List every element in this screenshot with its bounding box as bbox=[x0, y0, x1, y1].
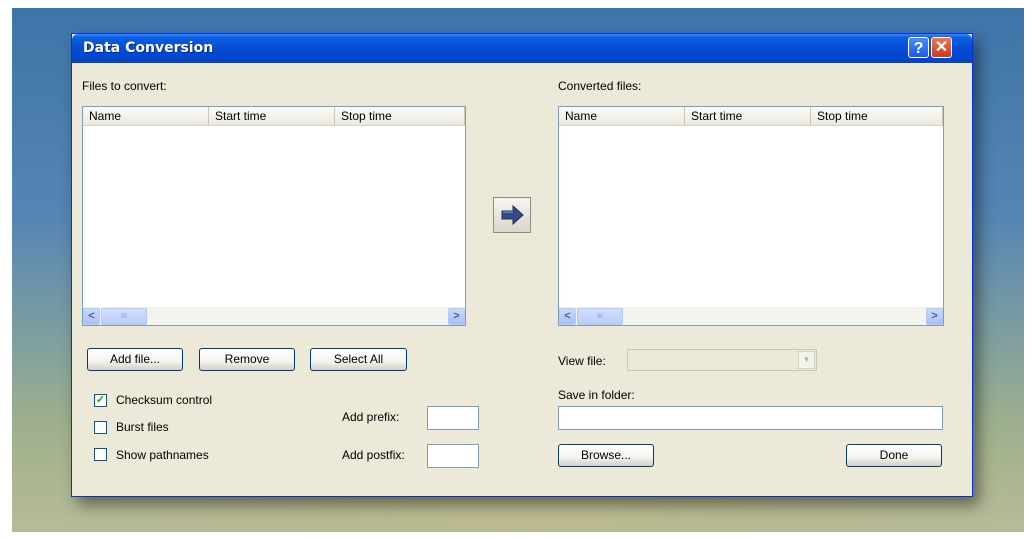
browse-button[interactable]: Browse... bbox=[558, 444, 654, 467]
horizontal-scrollbar[interactable]: < III > bbox=[83, 307, 465, 325]
right-arrow-icon bbox=[501, 204, 524, 226]
checksum-checkbox[interactable]: ✓ bbox=[94, 394, 107, 407]
burst-files-label[interactable]: Burst files bbox=[116, 420, 169, 434]
convert-button[interactable] bbox=[493, 197, 531, 233]
view-file-label: View file: bbox=[558, 354, 606, 368]
title-bar[interactable]: Data Conversion ? ✕ bbox=[72, 34, 972, 63]
column-header-start-time[interactable]: Start time bbox=[685, 107, 811, 125]
save-folder-input[interactable] bbox=[558, 406, 943, 430]
window-title: Data Conversion bbox=[83, 40, 214, 56]
scroll-thumb[interactable]: III bbox=[577, 308, 623, 325]
add-prefix-input[interactable] bbox=[427, 406, 479, 430]
files-to-convert-label: Files to convert: bbox=[82, 79, 167, 93]
scroll-left-icon[interactable]: < bbox=[559, 308, 576, 325]
help-button[interactable]: ? bbox=[908, 37, 929, 58]
column-header-name[interactable]: Name bbox=[559, 107, 685, 125]
chevron-down-icon[interactable]: ▼ bbox=[798, 351, 815, 369]
checkmark-icon: ✓ bbox=[95, 394, 106, 406]
add-postfix-input[interactable] bbox=[427, 444, 479, 468]
add-prefix-label: Add prefix: bbox=[342, 410, 400, 424]
burst-files-checkbox[interactable] bbox=[94, 421, 107, 434]
select-all-button[interactable]: Select All bbox=[310, 348, 407, 371]
scroll-thumb[interactable]: III bbox=[101, 308, 147, 325]
column-header-stop-time[interactable]: Stop time bbox=[811, 107, 943, 125]
add-postfix-label: Add postfix: bbox=[342, 448, 405, 462]
scroll-right-icon[interactable]: > bbox=[926, 308, 943, 325]
converted-files-list[interactable]: Name Start time Stop time < III > bbox=[558, 106, 944, 326]
help-icon: ? bbox=[913, 40, 924, 57]
show-pathnames-label[interactable]: Show pathnames bbox=[116, 448, 209, 462]
close-button[interactable]: ✕ bbox=[931, 37, 952, 58]
list-header: Name Start time Stop time bbox=[559, 107, 943, 126]
dialog-client-area: Files to convert: Name Start time Stop t… bbox=[72, 63, 972, 496]
save-folder-label: Save in folder: bbox=[558, 388, 635, 402]
column-header-name[interactable]: Name bbox=[83, 107, 209, 125]
files-to-convert-list[interactable]: Name Start time Stop time < III > bbox=[82, 106, 466, 326]
remove-button[interactable]: Remove bbox=[199, 348, 295, 371]
column-header-stop-time[interactable]: Stop time bbox=[335, 107, 465, 125]
done-button[interactable]: Done bbox=[846, 444, 942, 467]
show-pathnames-checkbox[interactable] bbox=[94, 448, 107, 461]
close-icon: ✕ bbox=[934, 39, 949, 56]
list-header: Name Start time Stop time bbox=[83, 107, 465, 126]
view-file-dropdown[interactable]: ▼ bbox=[627, 349, 817, 371]
scroll-right-icon[interactable]: > bbox=[448, 308, 465, 325]
horizontal-scrollbar[interactable]: < III > bbox=[559, 307, 943, 325]
converted-files-label: Converted files: bbox=[558, 79, 642, 93]
column-header-start-time[interactable]: Start time bbox=[209, 107, 335, 125]
scroll-left-icon[interactable]: < bbox=[83, 308, 100, 325]
checksum-label[interactable]: Checksum control bbox=[116, 393, 212, 407]
add-file-button[interactable]: Add file... bbox=[87, 348, 183, 371]
data-conversion-dialog: Data Conversion ? ✕ Files to convert: Na… bbox=[71, 33, 973, 497]
